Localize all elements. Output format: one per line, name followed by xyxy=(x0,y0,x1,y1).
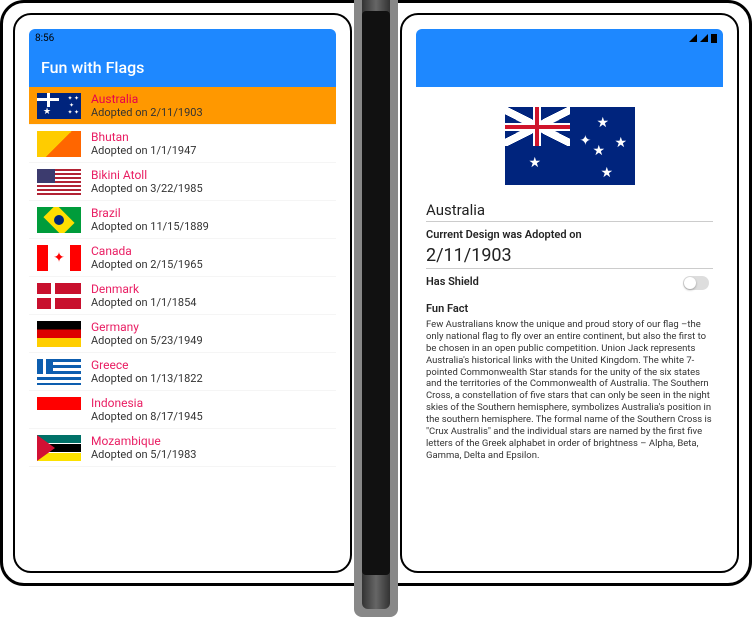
status-bar-right xyxy=(416,29,723,47)
list-item-bikini-atoll[interactable]: Bikini AtollAdopted on 3/22/1985 xyxy=(29,163,336,201)
flag-icon xyxy=(37,359,81,385)
adopted-text: Adopted on 3/22/1985 xyxy=(91,182,203,195)
flag-icon xyxy=(37,435,81,461)
app-title: Fun with Flags xyxy=(41,58,144,77)
status-bar-left: 8:56 xyxy=(29,29,336,47)
country-name: Bikini Atoll xyxy=(91,168,203,182)
signal-icon xyxy=(700,34,708,42)
adopted-text: Adopted on 8/17/1945 xyxy=(91,410,203,423)
app-bar: Fun with Flags xyxy=(29,47,336,87)
country-list[interactable]: ✦ ✦ ✦ ✦ ✦ AustraliaAdopted on 2/11/1903 Bh… xyxy=(29,87,336,557)
adopted-text: Adopted on 1/1/1947 xyxy=(91,144,196,157)
flag-icon xyxy=(37,169,81,195)
adopted-text: Adopted on 2/15/1965 xyxy=(91,258,203,271)
adopted-text: Adopted on 5/23/1949 xyxy=(91,334,203,347)
flag-icon xyxy=(37,131,81,157)
country-name: Bhutan xyxy=(91,130,196,144)
country-name: Mozambique xyxy=(91,434,196,448)
flag-icon xyxy=(37,321,81,347)
adopted-text: Adopted on 2/11/1903 xyxy=(91,106,203,119)
list-item-mozambique[interactable]: MozambiqueAdopted on 5/1/1983 xyxy=(29,429,336,467)
adopted-text: Adopted on 1/1/1854 xyxy=(91,296,196,309)
fun-fact-label: Fun Fact xyxy=(426,302,713,315)
country-name: Brazil xyxy=(91,206,209,220)
list-item-bhutan[interactable]: BhutanAdopted on 1/1/1947 xyxy=(29,125,336,163)
adopted-label: Current Design was Adopted on xyxy=(426,228,713,241)
detail-flag: ★★★★★✦ xyxy=(505,107,635,185)
country-name: Denmark xyxy=(91,282,196,296)
device-hinge xyxy=(354,3,398,583)
battery-icon xyxy=(711,34,717,43)
country-name: Australia xyxy=(91,92,203,106)
country-name: Indonesia xyxy=(91,396,203,410)
list-item-germany[interactable]: GermanyAdopted on 5/23/1949 xyxy=(29,315,336,353)
adopted-date[interactable]: 2/11/1903 xyxy=(426,243,713,269)
list-item-greece[interactable]: GreeceAdopted on 1/13/1822 xyxy=(29,353,336,391)
flag-icon xyxy=(37,397,81,423)
adopted-text: Adopted on 1/13/1822 xyxy=(91,372,203,385)
adopted-text: Adopted on 5/1/1983 xyxy=(91,448,196,461)
wifi-icon xyxy=(689,34,697,42)
flag-icon: ✦ ✦ ✦ ✦ ✦ xyxy=(37,93,81,119)
status-time: 8:56 xyxy=(35,33,54,44)
has-shield-toggle[interactable] xyxy=(683,276,709,290)
flag-icon xyxy=(37,207,81,233)
country-name: Greece xyxy=(91,358,203,372)
app-bar-right xyxy=(416,47,723,87)
adopted-text: Adopted on 11/15/1889 xyxy=(91,220,209,233)
flag-icon: ✦ xyxy=(37,245,81,271)
list-item-canada[interactable]: ✦ CanadaAdopted on 2/15/1965 xyxy=(29,239,336,277)
detail-pane: ★★★★★✦ Australia Current Design was Adop… xyxy=(416,87,723,557)
fun-fact-text: Few Australians know the unique and prou… xyxy=(426,319,713,462)
country-name: Germany xyxy=(91,320,203,334)
country-name: Canada xyxy=(91,244,203,258)
has-shield-label: Has Shield xyxy=(426,275,479,288)
list-item-indonesia[interactable]: IndonesiaAdopted on 8/17/1945 xyxy=(29,391,336,429)
flag-icon xyxy=(37,283,81,309)
list-item-brazil[interactable]: BrazilAdopted on 11/15/1889 xyxy=(29,201,336,239)
detail-country-name[interactable]: Australia xyxy=(426,199,713,222)
list-item-denmark[interactable]: DenmarkAdopted on 1/1/1854 xyxy=(29,277,336,315)
list-item-australia[interactable]: ✦ ✦ ✦ ✦ ✦ AustraliaAdopted on 2/11/1903 xyxy=(29,87,336,125)
